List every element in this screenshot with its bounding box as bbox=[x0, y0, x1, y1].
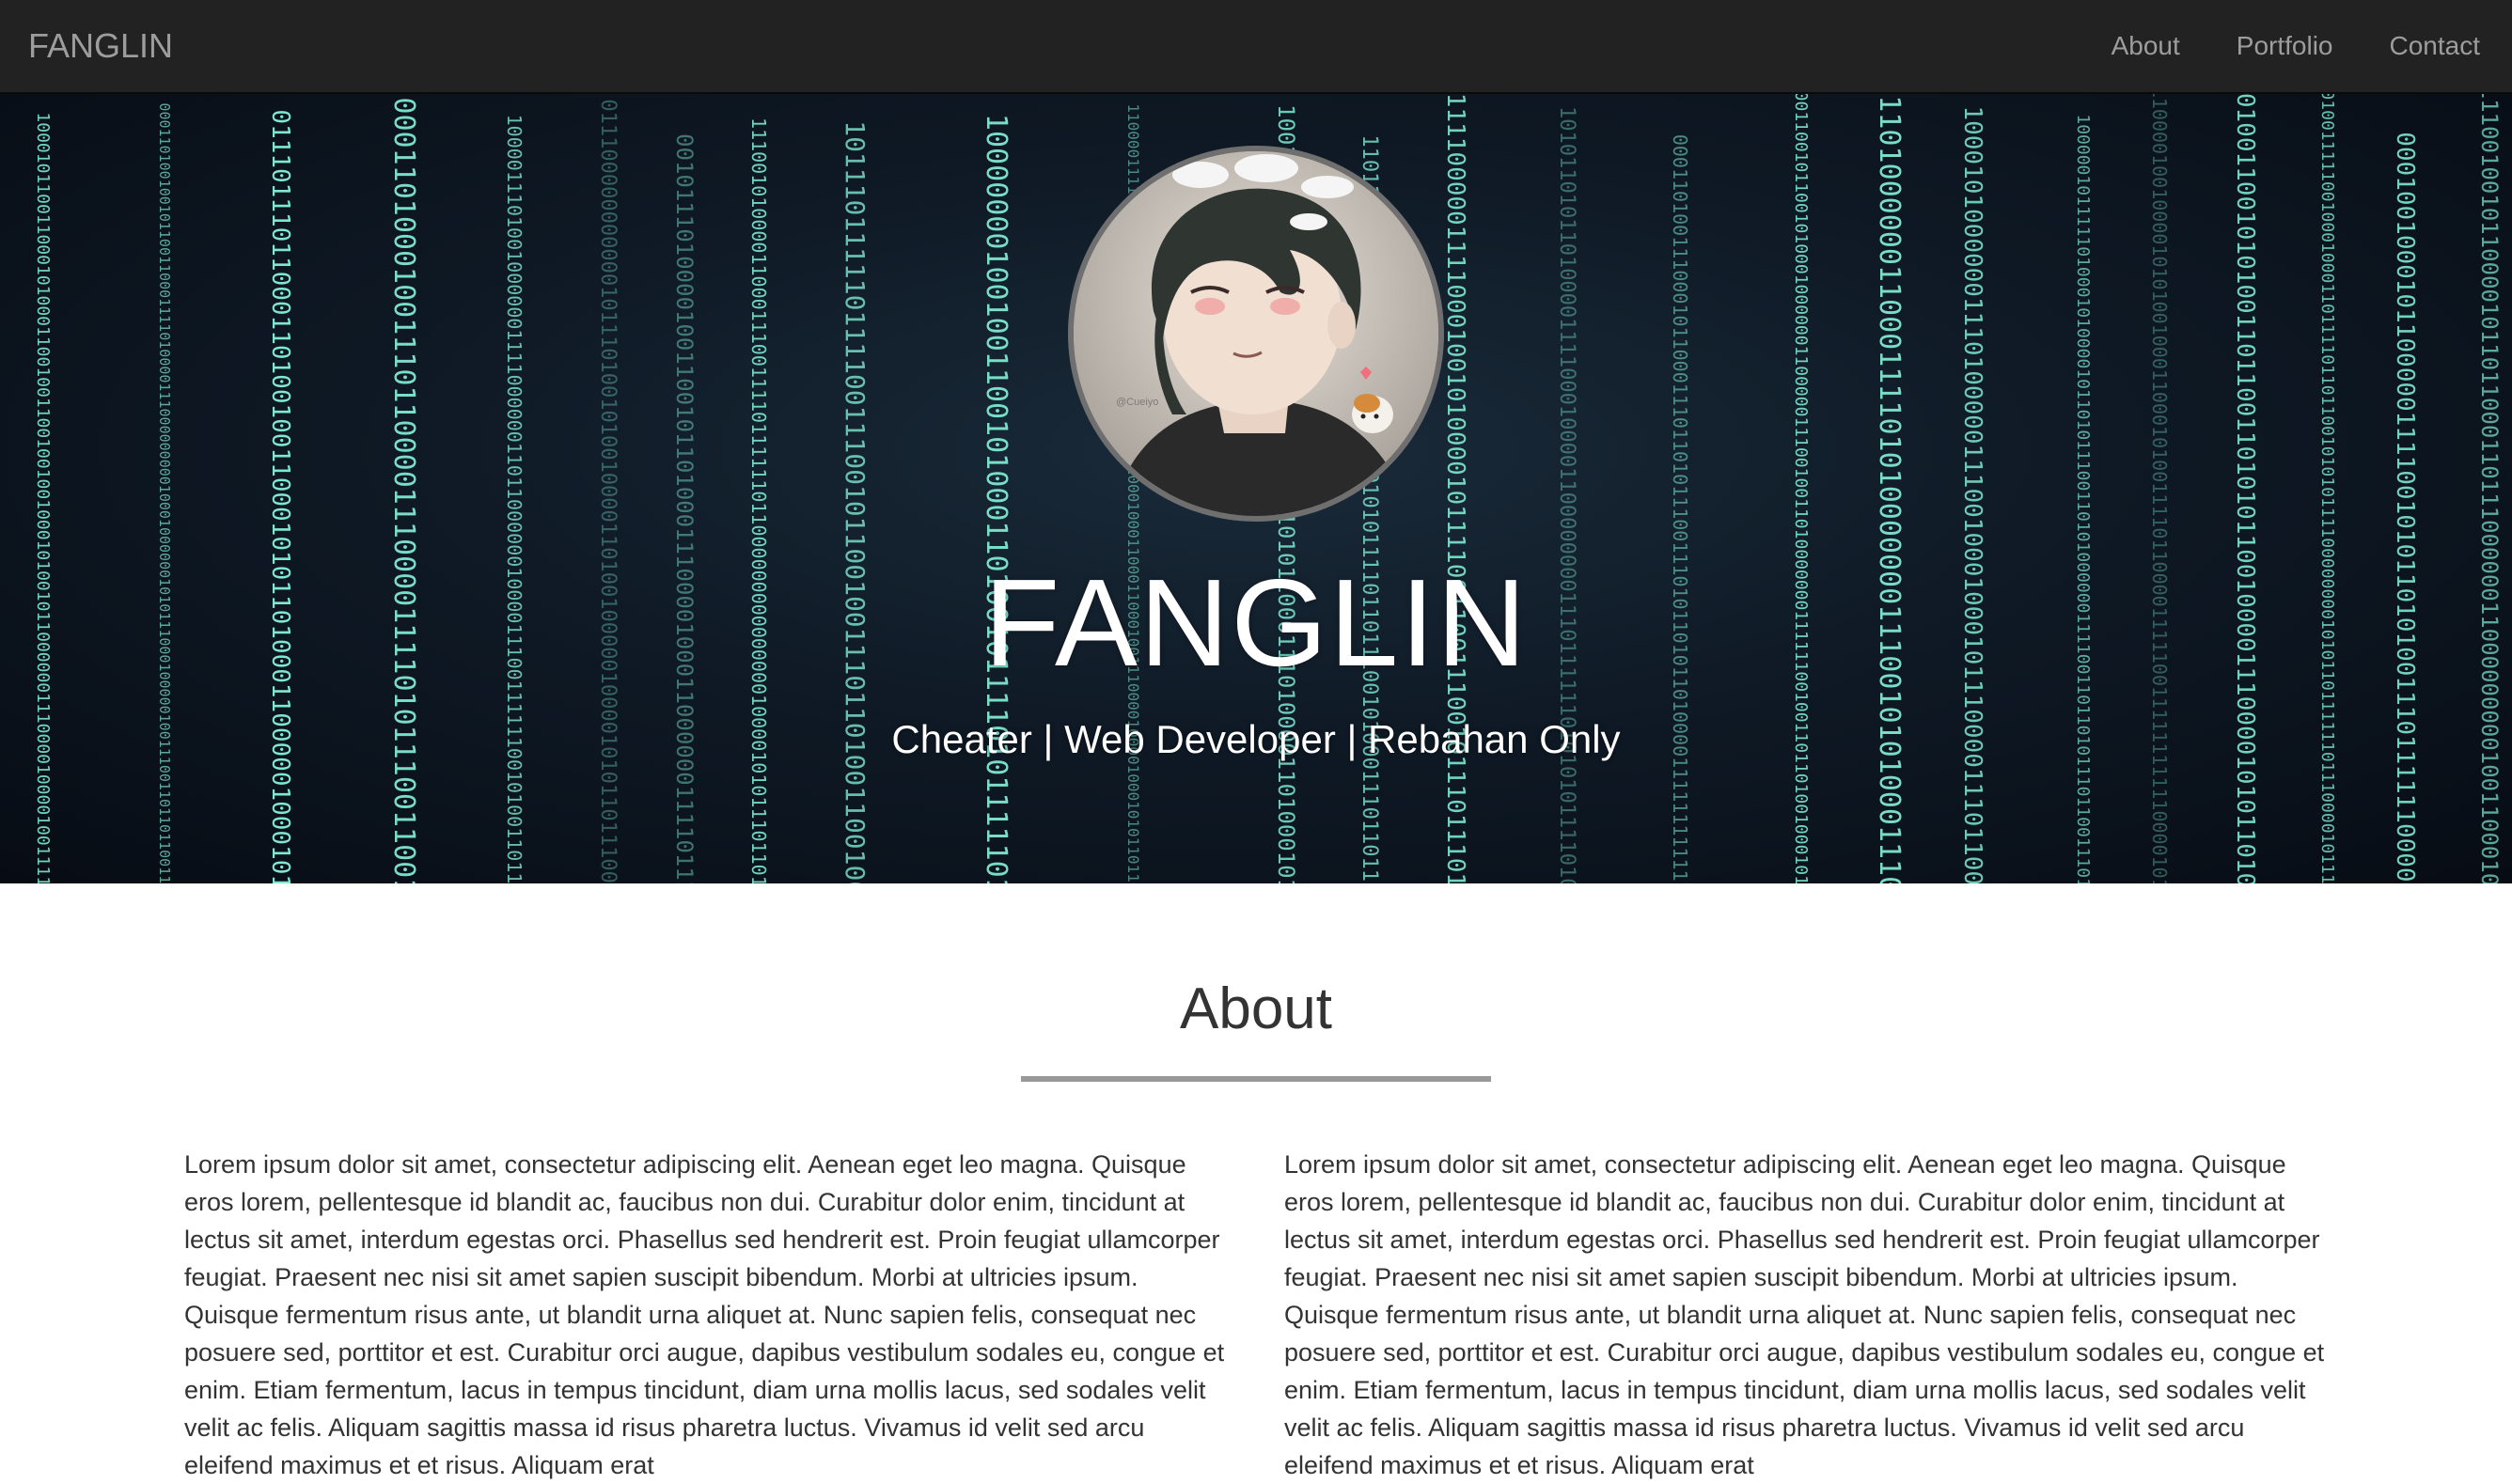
avatar-illustration: @Cueiyo bbox=[1074, 151, 1438, 516]
nav-links: About Portfolio Contact bbox=[2112, 31, 2484, 61]
nav-link-portfolio[interactable]: Portfolio bbox=[2237, 31, 2333, 61]
hero-content: @Cueiyo FANGLIN Cheater | Web Developer … bbox=[0, 94, 2512, 883]
about-section: About Lorem ipsum dolor sit amet, consec… bbox=[0, 883, 2512, 1479]
avatar-watermark: @Cueiyo bbox=[1116, 397, 1158, 408]
about-divider bbox=[1021, 1076, 1491, 1082]
nav-link-contact[interactable]: Contact bbox=[2390, 31, 2481, 61]
about-paragraph-right: Lorem ipsum dolor sit amet, consectetur … bbox=[1284, 1150, 2325, 1479]
about-heading: About bbox=[1179, 976, 1333, 1041]
avatar: @Cueiyo bbox=[1068, 146, 1444, 522]
hero-subtitle: Cheater | Web Developer | Rebahan Only bbox=[891, 717, 1621, 761]
hero-title: FANGLIN bbox=[983, 554, 1529, 692]
nav-link-about[interactable]: About bbox=[2112, 31, 2180, 61]
about-paragraph-left: Lorem ipsum dolor sit amet, consectetur … bbox=[184, 1150, 1225, 1479]
top-navbar: FANGLIN About Portfolio Contact bbox=[0, 0, 2512, 94]
hero-section: 1000101100110001010001100100110010010010… bbox=[0, 94, 2512, 883]
brand-link[interactable]: FANGLIN bbox=[28, 26, 173, 66]
